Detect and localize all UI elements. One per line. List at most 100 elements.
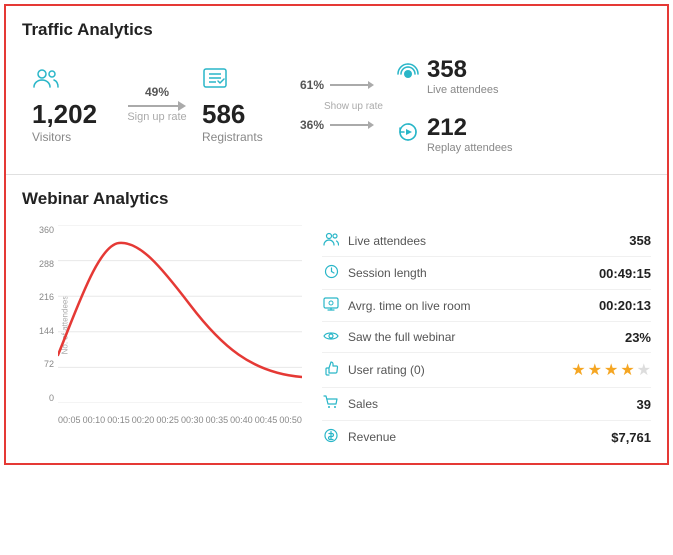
visitors-icon	[32, 67, 60, 95]
live-attendees-value: 358	[427, 56, 499, 84]
bottom-pct: 36%	[296, 118, 324, 132]
stat-revenue: Revenue $7,761	[322, 421, 651, 453]
replay-attendees-value: 212	[427, 114, 513, 142]
stat-val-live: 358	[629, 233, 651, 248]
replay-attendees-label: Replay attendees	[427, 142, 513, 154]
split-arrows-container: 61% Show up rate 36%	[296, 78, 383, 132]
chart-container: 360 288 216 144 72 0 No. of attendees	[22, 225, 302, 425]
stat-monitor-icon	[322, 297, 340, 314]
stat-name-saw: Saw the full webinar	[348, 330, 455, 344]
stat-left-rating: User rating (0)	[322, 361, 425, 379]
stat-money-icon	[322, 428, 340, 446]
visitors-stat: 1,202 Visitors	[32, 67, 112, 144]
stat-name-session: Session length	[348, 266, 427, 280]
arrow-line-body	[128, 105, 178, 107]
live-stat-text: 358 Live attendees	[427, 56, 499, 96]
top-pct: 61%	[296, 78, 324, 92]
stat-name-rating: User rating (0)	[348, 363, 425, 377]
signup-arrow: 49% Sign up rate	[122, 85, 192, 125]
x-0050: 00:50	[279, 415, 302, 425]
x-0015: 00:15	[107, 415, 130, 425]
visitors-value: 1,202	[32, 99, 97, 130]
show-up-label: Show up rate	[324, 96, 383, 114]
stat-sales: Sales 39	[322, 388, 651, 421]
stat-name-sales: Sales	[348, 397, 378, 411]
stat-left-avg: Avrg. time on live room	[322, 297, 471, 314]
star-5: ★	[637, 360, 651, 380]
y-label-144: 144	[39, 326, 54, 336]
y-label-216: 216	[39, 292, 54, 302]
star-4: ★	[620, 360, 634, 380]
chart-svg-area	[58, 225, 302, 403]
top-arrow-line	[330, 81, 374, 89]
top-split: 61%	[296, 78, 383, 92]
y-axis: 360 288 216 144 72 0	[22, 225, 58, 403]
registrants-icon	[202, 67, 228, 95]
x-0010: 00:10	[83, 415, 106, 425]
x-0020: 00:20	[132, 415, 155, 425]
live-attendees-label: Live attendees	[427, 84, 499, 96]
stat-val-sales: 39	[637, 397, 651, 412]
x-0030: 00:30	[181, 415, 204, 425]
replay-stat-text: 212 Replay attendees	[427, 114, 513, 154]
traffic-title: Traffic Analytics	[22, 20, 651, 40]
stats-table: Live attendees 358 Se	[322, 225, 651, 453]
stat-user-rating: User rating (0) ★ ★ ★ ★ ★	[322, 353, 651, 388]
y-label-288: 288	[39, 259, 54, 269]
signup-arrow-line	[128, 101, 186, 111]
stat-val-session: 00:49:15	[599, 266, 651, 281]
replay-icon	[397, 121, 419, 148]
signup-rate-value: 49%	[145, 85, 169, 99]
x-0045: 00:45	[255, 415, 278, 425]
stat-left-revenue: Revenue	[322, 428, 396, 446]
stat-left-live: Live attendees	[322, 232, 426, 249]
stat-left-saw: Saw the full webinar	[322, 329, 455, 345]
stat-name-live: Live attendees	[348, 234, 426, 248]
top-arrowhead	[368, 81, 374, 89]
live-attendees-stat: 358 Live attendees	[397, 56, 513, 96]
bottom-arrow-line	[330, 121, 374, 129]
stat-name-avg: Avrg. time on live room	[348, 299, 471, 313]
arrow-head	[178, 101, 186, 111]
stat-val-revenue: $7,761	[611, 430, 651, 445]
y-label-0: 0	[49, 393, 54, 403]
webinar-content: 360 288 216 144 72 0 No. of attendees	[22, 225, 651, 453]
x-0035: 00:35	[206, 415, 229, 425]
webinar-section: Webinar Analytics 360 288 216 144 72 0 N…	[6, 175, 667, 463]
stat-val-avg: 00:20:13	[599, 298, 651, 313]
registrants-value: 586	[202, 99, 245, 130]
bottom-split: 36%	[296, 118, 383, 132]
x-0005: 00:05	[58, 415, 81, 425]
x-axis: 00:05 00:10 00:15 00:20 00:25 00:30 00:3…	[58, 415, 302, 425]
star-1: ★	[571, 360, 585, 380]
right-stats: 358 Live attendees	[397, 56, 513, 154]
registrants-label: Registrants	[202, 130, 263, 144]
visitors-label: Visitors	[32, 130, 71, 144]
stat-left-sales: Sales	[322, 395, 378, 413]
show-up-text: Show up rate	[324, 101, 383, 112]
y-label-360: 360	[39, 225, 54, 235]
stat-clock-icon	[322, 264, 340, 282]
registrants-stat: 586 Registrants	[202, 67, 282, 144]
stat-saw-full: Saw the full webinar 23%	[322, 322, 651, 353]
chart-svg	[58, 225, 302, 403]
star-2: ★	[588, 360, 602, 380]
stat-avg-time: Avrg. time on live room 00:20:13	[322, 290, 651, 322]
y-label-72: 72	[44, 359, 54, 369]
x-0025: 00:25	[156, 415, 179, 425]
stat-val-saw: 23%	[625, 330, 651, 345]
stat-cart-icon	[322, 395, 340, 413]
app-container: Traffic Analytics 1,202 Visitors	[4, 4, 669, 465]
signup-rate-label: Sign up rate	[127, 111, 186, 123]
replay-attendees-stat: 212 Replay attendees	[397, 114, 513, 154]
stars-container: ★ ★ ★ ★ ★	[571, 360, 651, 380]
stat-people-icon	[322, 232, 340, 249]
webinar-title: Webinar Analytics	[22, 189, 651, 209]
top-line	[330, 84, 368, 86]
x-0040: 00:40	[230, 415, 253, 425]
stat-session-length: Session length 00:49:15	[322, 257, 651, 290]
live-icon	[397, 63, 419, 90]
stat-live-attendees: Live attendees 358	[322, 225, 651, 257]
bottom-arrowhead	[368, 121, 374, 129]
stat-left-session: Session length	[322, 264, 427, 282]
